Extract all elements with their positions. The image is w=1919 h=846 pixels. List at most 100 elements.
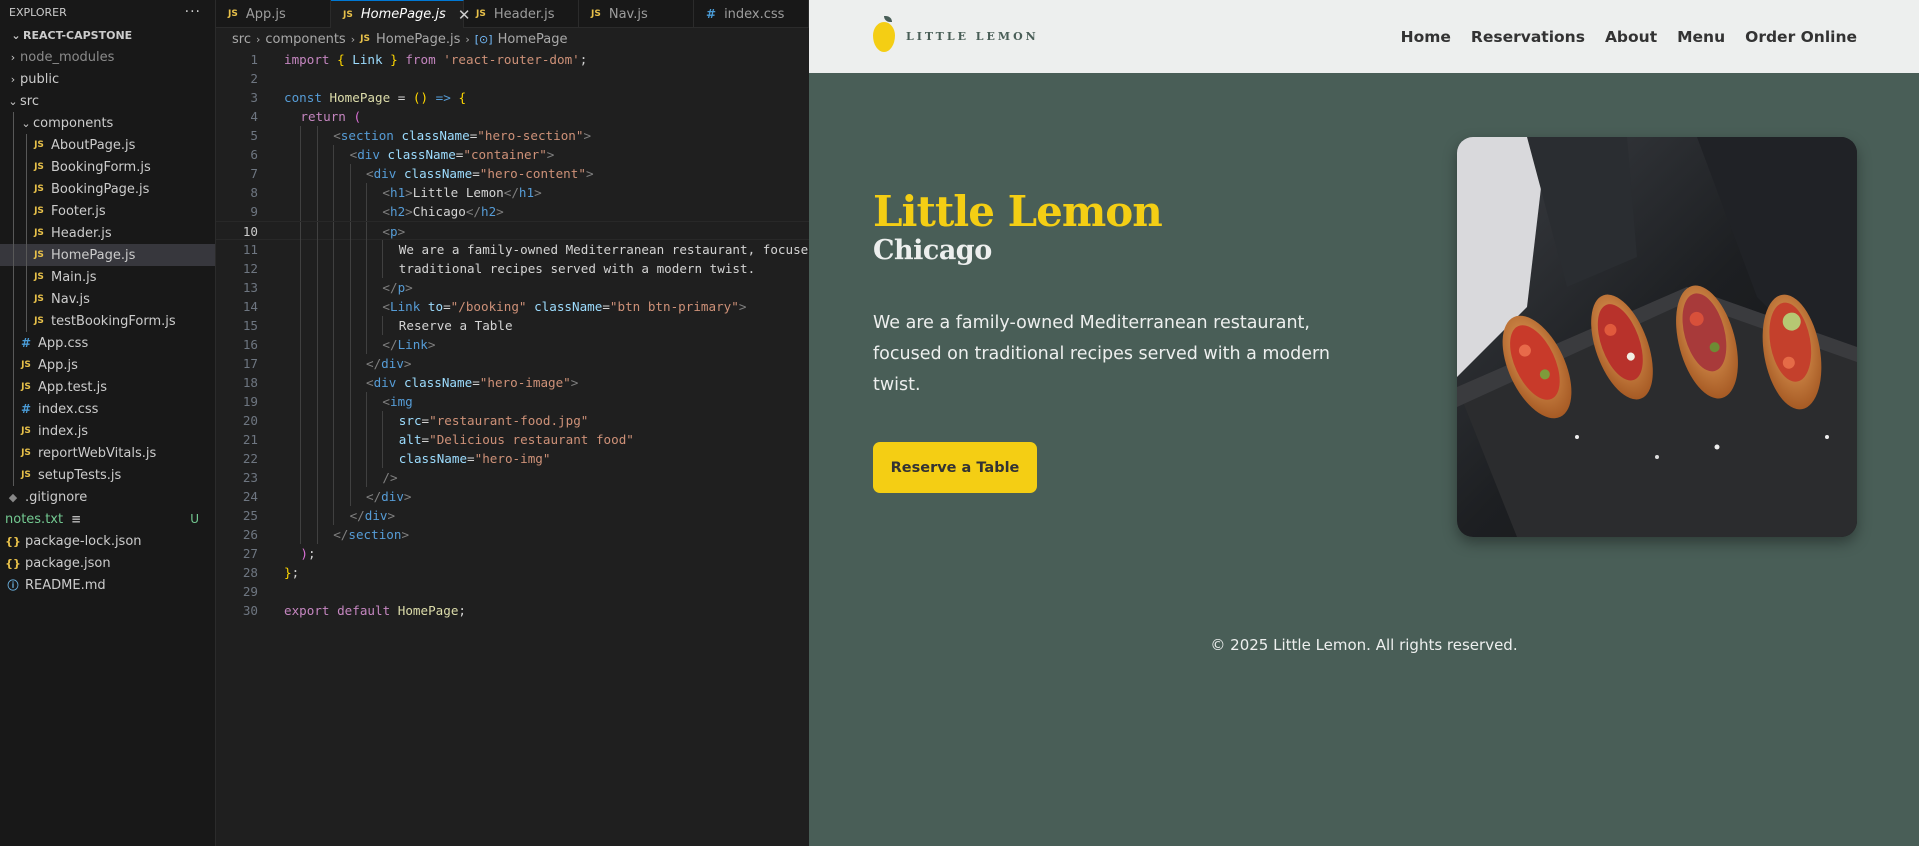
code-line[interactable]: 6 <div className="container">: [216, 145, 809, 164]
js-file-icon: JS: [34, 250, 44, 260]
code-token: =: [443, 299, 451, 314]
file-homepage-js[interactable]: JS HomePage.js: [0, 244, 215, 266]
code-line[interactable]: 9 <h2>Chicago</h2>: [216, 202, 809, 221]
code-line[interactable]: 7 <div className="hero-content">: [216, 164, 809, 183]
code-line[interactable]: 19 <img: [216, 392, 809, 411]
code-line[interactable]: 21 alt="Delicious restaurant food": [216, 430, 809, 449]
file-index-css[interactable]: # index.css: [0, 398, 215, 420]
code-line[interactable]: 5 <section className="hero-section">: [216, 126, 809, 145]
nav-link-order-online[interactable]: Order Online: [1745, 28, 1857, 46]
indent-guide: [300, 392, 302, 411]
file-setuptests-js[interactable]: JS setupTests.js: [0, 464, 215, 486]
folder-node-modules[interactable]: › node_modules: [0, 46, 215, 68]
code-line[interactable]: 25 </div>: [216, 506, 809, 525]
code-line[interactable]: 29: [216, 582, 809, 601]
file-nav-js[interactable]: JS Nav.js: [0, 288, 215, 310]
code-line[interactable]: 22 className="hero-img": [216, 449, 809, 468]
file-package-json[interactable]: {} package.json: [0, 552, 215, 574]
code-line[interactable]: 17 </div>: [216, 354, 809, 373]
nav-link-reservations[interactable]: Reservations: [1471, 28, 1585, 46]
nav-link-menu[interactable]: Menu: [1677, 28, 1725, 46]
tab-label: HomePage.js: [360, 7, 446, 22]
tab-homepage-js[interactable]: JS HomePage.js ✕: [331, 0, 470, 28]
file-main-js[interactable]: JS Main.js: [0, 266, 215, 288]
indent-guide: [26, 266, 27, 288]
code-line[interactable]: 10 <p>: [216, 221, 809, 241]
code-line[interactable]: 15 Reserve a Table: [216, 316, 809, 335]
folder-public[interactable]: › public: [0, 68, 215, 90]
nav-link-about[interactable]: About: [1605, 28, 1657, 46]
code-token: =>: [428, 90, 459, 105]
code-line[interactable]: 11 We are a family-owned Mediterranean re…: [216, 240, 809, 259]
nav-link-home[interactable]: Home: [1401, 28, 1451, 46]
indent-guide: [13, 354, 14, 376]
code-token: >: [534, 185, 542, 200]
code-line[interactable]: 2: [216, 69, 809, 88]
code-line[interactable]: 28};: [216, 563, 809, 582]
line-number: 8: [250, 185, 258, 200]
code-token: return: [300, 109, 354, 124]
indent-guide: [13, 266, 14, 288]
file-readme-md[interactable]: ⓘ README.md: [0, 574, 215, 596]
file-app-test-js[interactable]: JS App.test.js: [0, 376, 215, 398]
folder-src[interactable]: ⌄ src: [0, 90, 215, 112]
file-app-css[interactable]: # App.css: [0, 332, 215, 354]
code-line[interactable]: 23 />: [216, 468, 809, 487]
file-notes-txt[interactable]: ≡ notes.txt U: [0, 508, 215, 530]
code-line[interactable]: 3 const HomePage = () => {: [216, 88, 809, 107]
code-line[interactable]: 24 </div>: [216, 487, 809, 506]
code-token: h1: [389, 185, 406, 200]
code-line[interactable]: 18 <div className="hero-image">: [216, 373, 809, 392]
tab-nav-js[interactable]: JS Nav.js: [579, 0, 694, 28]
tab-header-js[interactable]: JS Header.js: [464, 0, 579, 28]
file-bookingform-js[interactable]: JS BookingForm.js: [0, 156, 215, 178]
file-index-js[interactable]: JS index.js: [0, 420, 215, 442]
code-text: return (: [300, 107, 361, 126]
line-number: 21: [242, 432, 258, 447]
code-line[interactable]: 12 traditional recipes served with a mode…: [216, 259, 809, 278]
project-root[interactable]: ⌄ REACT-CAPSTONE: [0, 24, 215, 46]
code-line[interactable]: 20 src="restaurant-food.jpg": [216, 411, 809, 430]
code-line[interactable]: 16 </Link>: [216, 335, 809, 354]
indent-guide: [349, 468, 351, 487]
code-token: </: [366, 489, 382, 504]
tab-app-js[interactable]: JS App.js: [216, 0, 331, 28]
file-aboutpage-js[interactable]: JS AboutPage.js: [0, 134, 215, 156]
file-header-js[interactable]: JS Header.js: [0, 222, 215, 244]
file-testbookingform-js[interactable]: JS testBookingForm.js: [0, 310, 215, 332]
reserve-table-button[interactable]: Reserve a Table: [873, 442, 1037, 493]
more-actions-icon[interactable]: ···: [185, 4, 201, 20]
breadcrumb-item[interactable]: src: [232, 32, 251, 47]
file-bookingpage-js[interactable]: JS BookingPage.js: [0, 178, 215, 200]
breadcrumb-item[interactable]: HomePage.js: [376, 32, 460, 47]
code-line[interactable]: 4 return (: [216, 107, 809, 126]
site-logo[interactable]: LITTLE LEMON: [873, 15, 1039, 52]
folder-components[interactable]: ⌄ components: [0, 112, 215, 134]
code-line[interactable]: 1 import { Link } from 'react-router-dom'…: [216, 50, 809, 69]
js-file-icon: JS: [21, 448, 31, 458]
file-footer-js[interactable]: JS Footer.js: [0, 200, 215, 222]
code-token: </: [382, 280, 398, 295]
code-line[interactable]: 27);: [216, 544, 809, 563]
code-line[interactable]: 14 <Link to="/booking" className="btn btn…: [216, 297, 809, 316]
code-area[interactable]: 1 import { Link } from 'react-router-dom'…: [216, 50, 809, 620]
chevron-right-icon: ›: [255, 32, 261, 46]
file-reportwebvitals-js[interactable]: JS reportWebVitals.js: [0, 442, 215, 464]
code-line[interactable]: 26 </section>: [216, 525, 809, 544]
tab-index-css[interactable]: # index.css: [694, 0, 809, 28]
code-token: </: [349, 508, 365, 523]
code-line[interactable]: 13 </p>: [216, 278, 809, 297]
code-line[interactable]: 8 <h1>Little Lemon</h1>: [216, 183, 809, 202]
breadcrumb-item[interactable]: components: [265, 32, 345, 47]
file-gitignore[interactable]: ◆ .gitignore: [0, 486, 215, 508]
json-file-icon: {}: [5, 556, 21, 570]
code-token: div: [381, 489, 404, 504]
file-package-lock-json[interactable]: {} package-lock.json: [0, 530, 215, 552]
code-line[interactable]: 30 export default HomePage;: [216, 601, 809, 620]
indent-guide: [349, 392, 351, 411]
file-app-js[interactable]: JS App.js: [0, 354, 215, 376]
explorer-title: EXPLORER: [9, 5, 67, 19]
breadcrumb-item[interactable]: HomePage: [498, 32, 568, 47]
code-token: <: [382, 394, 390, 409]
code-token: ;: [579, 52, 588, 67]
